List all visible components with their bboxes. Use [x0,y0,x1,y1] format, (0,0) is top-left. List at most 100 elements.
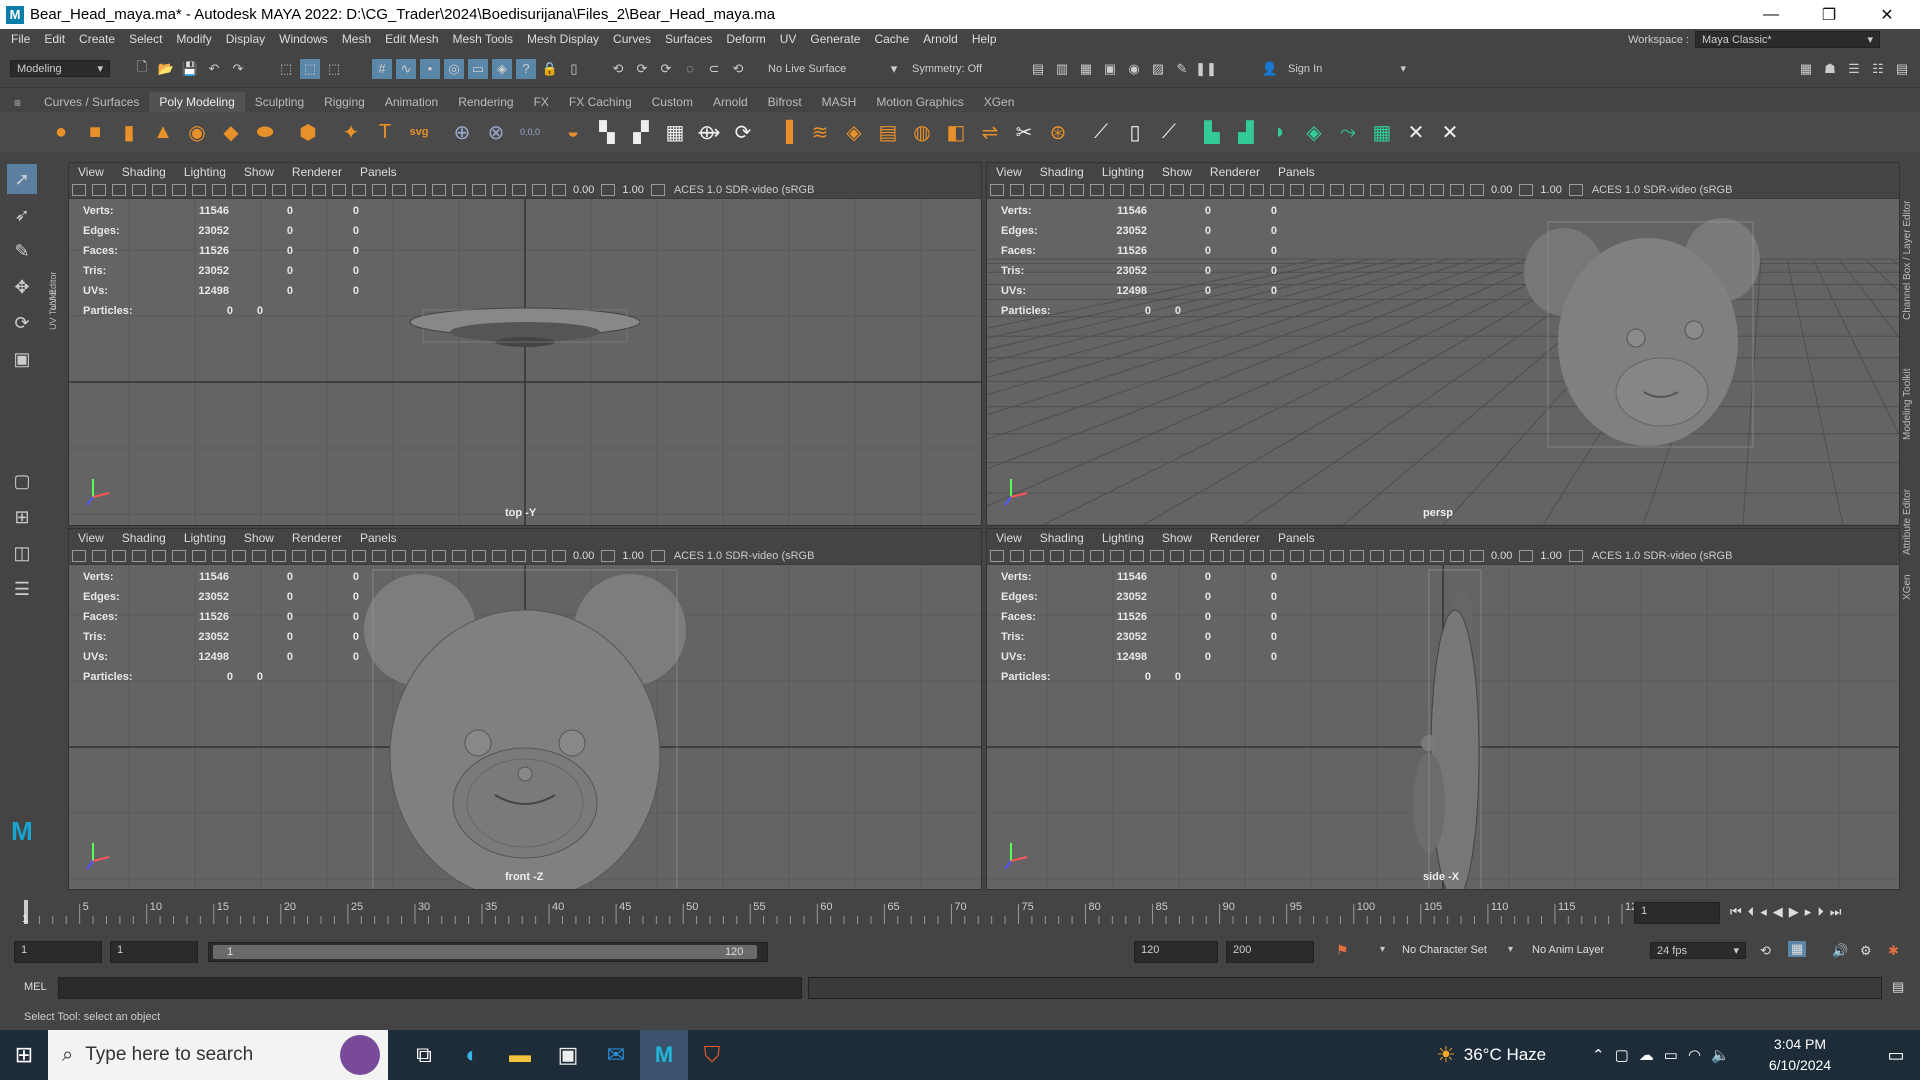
film-gate-icon[interactable] [1090,183,1104,196]
viewport-side[interactable]: View Shading Lighting Show Renderer Panels 0.0… [986,528,1900,890]
aa-icon[interactable] [452,549,466,562]
backface-icon[interactable] [552,183,566,196]
history-dropdown-icon[interactable]: ⟲ [728,59,748,79]
lights-icon[interactable] [372,549,386,562]
chevron-down-icon[interactable]: ▾ [1380,944,1385,955]
poly-cone-icon[interactable]: ▲ [149,118,177,146]
isolate-icon[interactable] [1410,549,1424,562]
fill-hole-icon[interactable]: ◍ [908,118,936,146]
menu-display[interactable]: Display [219,32,272,46]
task-view-icon[interactable]: ⧉ [400,1030,448,1080]
safe-title-icon[interactable] [272,183,286,196]
persp-menu-panels[interactable]: Panels [1269,165,1324,179]
lights-icon[interactable] [1290,183,1304,196]
multi-cut-icon[interactable]: ✂ [1010,118,1038,146]
shelf-tab-xgen[interactable]: XGen [974,92,1025,112]
poly-torus-icon[interactable]: ◉ [183,118,211,146]
file-explorer-icon[interactable]: ▬ [496,1030,544,1080]
modeling-toolkit-tab[interactable]: Modeling Toolkit [1902,340,1913,440]
film-gate-icon[interactable] [172,183,186,196]
channel-box-tab[interactable]: Channel Box / Layer Editor [1902,170,1913,320]
start-time-field[interactable]: 1 [14,941,102,963]
camera-icon[interactable] [72,549,86,562]
ao-icon[interactable] [1330,183,1344,196]
wireframe-icon[interactable] [1210,183,1224,196]
anim-layer-dropdown[interactable]: No Anim Layer [1532,944,1604,956]
exposure-field[interactable]: 0.00 [1491,184,1512,196]
film-gate-icon[interactable] [172,549,186,562]
xray-icon[interactable] [512,183,526,196]
top-menu-show[interactable]: Show [235,165,283,179]
safe-action-icon[interactable] [252,549,266,562]
meet-icon[interactable]: ▢ [1615,1046,1629,1064]
range-slider[interactable]: 1 120 [208,942,768,962]
offset-loop-icon[interactable]: ▯ [1121,118,1149,146]
snap-help-icon[interactable]: ? [516,58,536,79]
uv-auto-icon[interactable]: ▟ [1232,118,1260,146]
field-chart-icon[interactable] [232,183,246,196]
smooth-icon[interactable]: ▦ [661,118,689,146]
save-scene-icon[interactable]: 💾 [180,59,200,79]
smooth-shade-icon[interactable] [312,183,326,196]
poly-cube-icon[interactable]: ■ [81,118,109,146]
lights-icon[interactable] [372,183,386,196]
arnold-render-icon[interactable]: ▨ [1148,59,1168,79]
ao-icon[interactable] [412,183,426,196]
viewport-front[interactable]: View Shading Lighting Show Renderer Panels 0.0… [68,528,982,890]
gamma-field[interactable]: 1.00 [622,184,643,196]
wireframe-icon[interactable] [292,183,306,196]
isolate-icon[interactable] [492,549,506,562]
side-menu-view[interactable]: View [987,531,1031,545]
xray-joints-icon[interactable] [532,183,546,196]
color-management-icon[interactable] [650,549,665,562]
shadows-icon[interactable] [1310,183,1324,196]
menu-uv[interactable]: UV [773,32,804,46]
exposure-field[interactable]: 0.00 [1491,550,1512,562]
smooth-shade-icon[interactable] [1230,549,1244,562]
render-settings-icon[interactable]: ▣ [1100,59,1120,79]
step-forward-frame-icon[interactable]: ▸ [1805,904,1812,920]
uv-sew-icon[interactable]: ✕ [1436,118,1464,146]
go-to-start-icon[interactable]: ⏮ [1730,904,1742,920]
color-management-icon[interactable] [1568,549,1583,562]
slide-edge-icon[interactable]: ⟋ [1155,118,1183,146]
motion-blur-icon[interactable] [432,549,446,562]
extrude-icon[interactable]: ▐ [772,118,800,146]
front-menu-panels[interactable]: Panels [351,531,406,545]
isolate-icon[interactable] [1410,183,1424,196]
resolution-gate-icon[interactable] [1110,549,1124,562]
uv-cut-icon[interactable]: ✕ [1402,118,1430,146]
fps-dropdown[interactable]: 24 fps ▾ [1650,942,1746,959]
live-surface-field[interactable]: No Live Surface [762,60,862,77]
gate-mask-icon[interactable] [212,183,226,196]
construction-history-icon[interactable]: ⟲ [608,59,628,79]
make-live-icon[interactable]: ◈ [492,58,512,79]
workspace-dropdown[interactable]: Maya Classic* ▾ [1695,31,1880,48]
boolean-icon[interactable]: ⟴ [695,118,723,146]
step-back-frame-icon[interactable]: ◂ [1760,904,1767,920]
bevel-icon[interactable]: ◈ [840,118,868,146]
menu-deform[interactable]: Deform [719,32,772,46]
gamma-field[interactable]: 1.00 [1540,184,1561,196]
aa-icon[interactable] [452,183,466,196]
camera-attr-icon[interactable] [1010,549,1024,562]
xray-joints-icon[interactable] [1450,549,1464,562]
attribute-editor-icon[interactable]: ☰ [1844,59,1864,79]
append-icon[interactable]: ▤ [874,118,902,146]
mail-icon[interactable]: ✉ [592,1030,640,1080]
gate-mask-icon[interactable] [1130,183,1144,196]
bear-mesh-side[interactable] [1413,569,1482,889]
grid-icon[interactable] [152,549,166,562]
exposure-field[interactable]: 0.00 [573,550,594,562]
default-material-icon[interactable] [332,183,346,196]
snap-point-icon[interactable]: • [420,58,440,79]
resolution-gate-icon[interactable] [192,183,206,196]
menu-cache[interactable]: Cache [867,32,916,46]
persp-menu-lighting[interactable]: Lighting [1093,165,1153,179]
gate-mask-icon[interactable] [212,549,226,562]
single-view-icon[interactable]: ▢ [7,466,37,496]
menu-select[interactable]: Select [122,32,169,46]
magnet-icon[interactable]: ⊂ [704,59,724,79]
bookmark-icon[interactable] [1030,549,1044,562]
brave-browser-icon[interactable]: ⛉ [688,1030,736,1080]
